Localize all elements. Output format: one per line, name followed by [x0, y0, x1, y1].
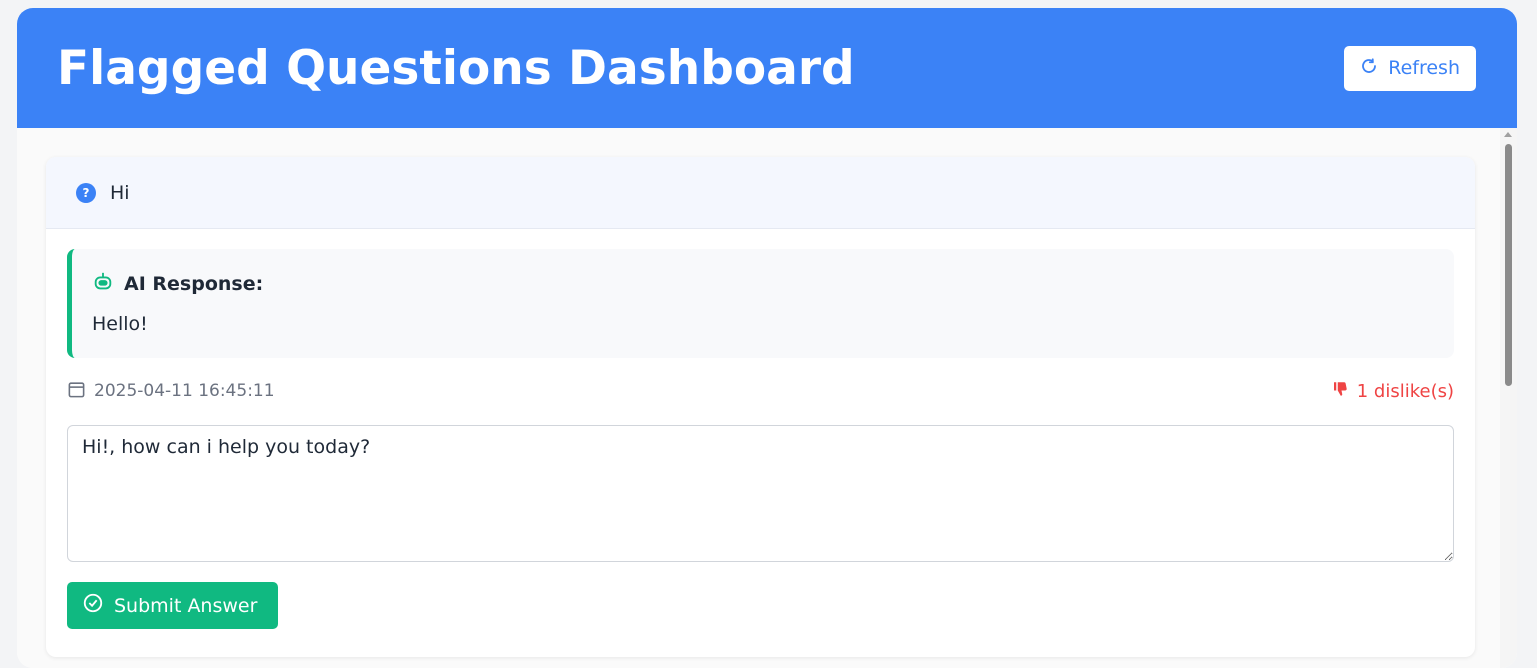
answer-textarea[interactable]: Hi!, how can i help you today? [67, 425, 1454, 562]
dashboard-header: Flagged Questions Dashboard Refresh [17, 8, 1517, 128]
dislike-count: 1 dislike(s) [1356, 380, 1454, 402]
dislike-info: 1 dislike(s) [1331, 380, 1454, 402]
ai-response-box: AI Response: Hello! [67, 249, 1454, 358]
question-meta: 2025-04-11 16:45:11 1 dislike(s) [67, 379, 1454, 403]
ai-response-header: AI Response: [92, 271, 1454, 297]
question-bar: ? Hi [46, 157, 1475, 229]
page-title: Flagged Questions Dashboard [57, 40, 855, 96]
refresh-icon [1360, 57, 1378, 80]
scrollbar[interactable] [1500, 128, 1517, 668]
ai-response-text: Hello! [92, 313, 148, 335]
calendar-icon [67, 380, 86, 403]
robot-icon [92, 271, 114, 297]
refresh-label: Refresh [1388, 57, 1460, 79]
app-window: Flagged Questions Dashboard Refresh ? Hi [17, 8, 1517, 668]
main-content: ? Hi AI Response: Hello! 2025-04-11 16:4… [17, 128, 1517, 668]
scroll-thumb[interactable] [1505, 144, 1512, 386]
flagged-question-card: ? Hi AI Response: Hello! 2025-04-11 16:4… [46, 157, 1475, 657]
ai-response-label: AI Response: [124, 273, 264, 295]
question-text: Hi [110, 181, 130, 204]
scroll-up-arrow-icon[interactable] [1504, 132, 1512, 137]
refresh-button[interactable]: Refresh [1344, 45, 1476, 91]
check-circle-icon [82, 592, 104, 619]
date-info: 2025-04-11 16:45:11 [67, 380, 275, 403]
submit-label: Submit Answer [114, 594, 258, 617]
thumbs-down-icon [1331, 380, 1349, 402]
timestamp: 2025-04-11 16:45:11 [94, 381, 275, 401]
submit-answer-button[interactable]: Submit Answer [67, 582, 278, 629]
question-circle-icon: ? [76, 182, 96, 203]
